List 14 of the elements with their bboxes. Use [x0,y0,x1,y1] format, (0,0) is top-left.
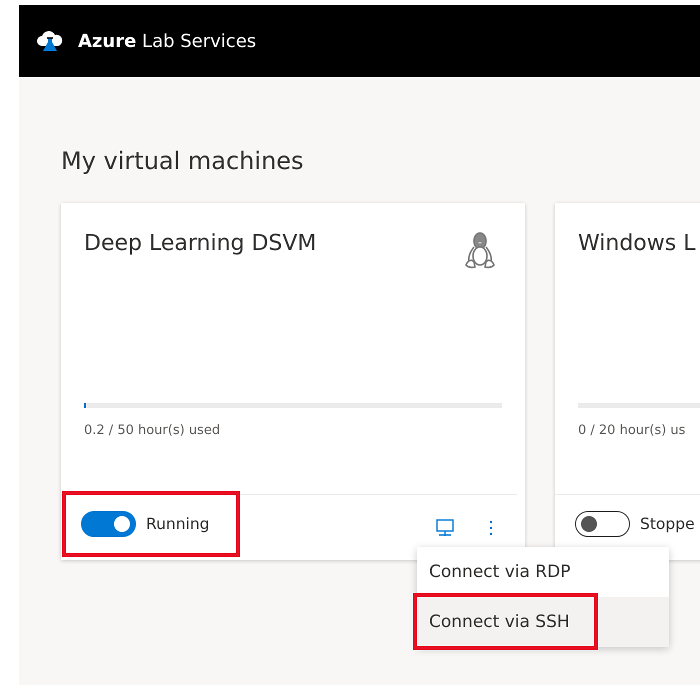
power-toggle[interactable] [575,511,630,537]
menu-item[interactable]: Connect via SSH [417,597,669,647]
vm-title: Windows L [578,231,696,258]
vm-title: Deep Learning DSVM [84,231,316,258]
usage-text: 0.2 / 50 hour(s) used [84,423,222,438]
app-title: Azure Lab Services [78,30,256,52]
status-label: Running [146,515,210,533]
menu-item[interactable]: Connect via RDP [417,547,669,597]
status-label: Stoppe [640,515,695,533]
usage-text: 0 / 20 hour(s) us [578,423,686,438]
page-title: My virtual machines [61,147,304,175]
cloud-flask-icon [36,30,64,52]
power-toggle[interactable] [81,511,136,537]
penguin-icon [463,231,497,269]
